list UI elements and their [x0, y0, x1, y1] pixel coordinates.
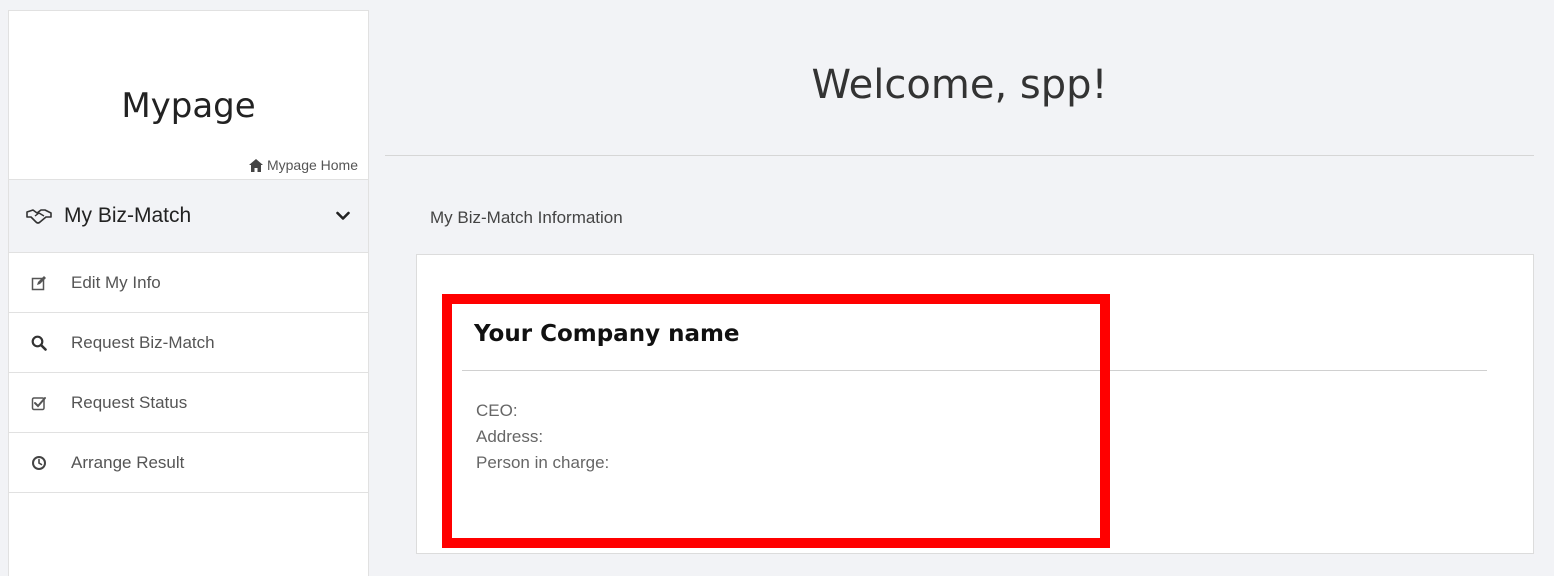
sidebar-item-request-biz-match[interactable]: Request Biz-Match [9, 313, 368, 373]
mypage-home-link[interactable]: Mypage Home [248, 157, 358, 173]
sidebar-item-label: Arrange Result [71, 452, 185, 472]
mypage-home-label: Mypage Home [266, 157, 358, 173]
page-title: Welcome, spp! [811, 62, 1108, 108]
sidebar: Mypage Mypage Home My Biz-Match Edit My … [8, 10, 369, 576]
sidebar-menu: Edit My Info Request Biz-Match Request S… [9, 253, 368, 493]
divider [385, 155, 1534, 156]
sidebar-item-edit-my-info[interactable]: Edit My Info [9, 253, 368, 313]
handshake-icon [26, 209, 52, 224]
sidebar-item-arrange-result[interactable]: Arrange Result [9, 433, 368, 493]
highlight-box [442, 294, 1110, 548]
sidebar-item-label: Request Biz-Match [71, 332, 215, 352]
search-icon [31, 335, 47, 351]
my-biz-match-label: My Biz-Match [64, 204, 192, 227]
home-icon [248, 158, 263, 172]
sidebar-title: Mypage [121, 86, 256, 126]
edit-icon [31, 275, 47, 291]
checkbox-icon [31, 395, 47, 411]
chevron-down-icon [336, 211, 350, 220]
section-title: My Biz-Match Information [430, 208, 623, 227]
my-biz-match-toggle[interactable]: My Biz-Match [9, 179, 368, 253]
sidebar-item-label: Request Status [71, 392, 188, 412]
sidebar-item-label: Edit My Info [71, 272, 161, 292]
sidebar-item-request-status[interactable]: Request Status [9, 373, 368, 433]
clock-icon [31, 455, 47, 471]
mypage: Mypage Mypage Home My Biz-Match Edit My … [0, 0, 1554, 576]
